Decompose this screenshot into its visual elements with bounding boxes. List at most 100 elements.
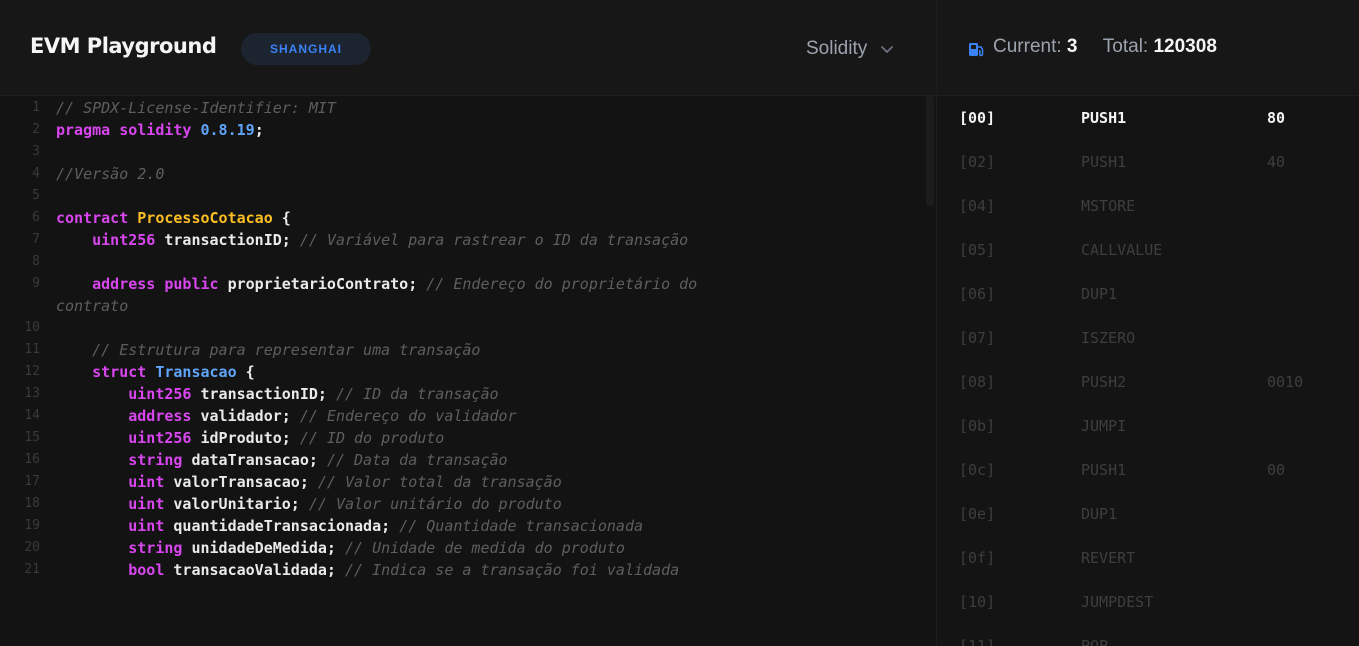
code-token: 0.8.19 [200,121,255,139]
opcode-row[interactable]: [05] CALLVALUE [937,228,1359,272]
code-line: uint256 transactionID; // Variável para … [56,231,688,249]
code-line: string unidadeDeMedida; // Unidade de me… [56,539,625,557]
opcode-name: DUP1 [1081,285,1118,303]
code-token: struct [56,363,156,381]
chevron-down-icon [881,46,894,53]
code-token: transactionID; [164,231,300,249]
code-token: Transacao [155,363,237,381]
opcode-name: PUSH1 [1081,461,1127,479]
opcode-name: PUSH2 [1081,373,1127,391]
code-token: uint [56,495,174,513]
line-number: 14 [24,408,40,423]
execution-status: Current: 3 Total: 120308 [993,36,1217,58]
code-token: uint [56,473,174,491]
code-token: unidadeDeMedida; [191,539,345,557]
line-number: 19 [24,518,40,533]
language-label: Solidity [806,38,868,59]
bytecode-pane: Current: 3 Total: 120308 [00] PUSH1 80 [02]… [936,0,1359,646]
line-number: 5 [32,188,40,203]
code-line: address public proprietarioContrato; // … [56,275,697,293]
opcode-row[interactable]: [04] MSTORE [937,184,1359,228]
opcode-row[interactable]: [07] ISZERO [937,316,1359,360]
code-editor[interactable]: 1 2 3 4 5 6 7 8 9 10 11 12 13 14 15 16 17 18 19 20 21 // SPD… [0,96,936,646]
code-comment: // ID do produto [299,429,445,447]
code-line: // Estrutura para representar uma transa… [56,341,480,359]
code-token: address [56,407,201,425]
opcode-row[interactable]: [0b] JUMPI [937,404,1359,448]
total-value: 120308 [1153,36,1217,57]
opcode-argument: 40 [1267,153,1286,171]
code-token: transacaoValidada; [173,561,345,579]
line-number: 10 [24,320,40,335]
opcode-row[interactable]: [11] POP [937,624,1359,646]
opcode-name: PUSH1 [1081,109,1127,127]
code-line: pragma solidity 0.8.19; [56,121,264,139]
line-number: 16 [24,452,40,467]
line-number: 12 [24,364,40,379]
code-token: ProcessoCotacao [137,209,273,227]
line-number: 8 [32,254,40,269]
opcode-address: [0c] [959,461,996,479]
opcode-name: ISZERO [1081,329,1136,347]
code-line: contract ProcessoCotacao { [56,209,291,227]
execution-header: Current: 3 Total: 120308 [937,0,1359,96]
code-token: address public [56,275,228,293]
line-number: 11 [24,342,40,357]
code-line: bool transacaoValidada; // Indica se a t… [56,561,679,579]
code-line: uint256 idProduto; // ID do produto [56,429,444,447]
opcode-address: [0f] [959,549,996,567]
opcode-name: POP [1081,637,1109,646]
opcode-row[interactable]: [10] JUMPDEST [937,580,1359,624]
evm-playground-app: EVM Playground SHANGHAI Solidity 1234567… [0,0,1359,646]
code-token: transactionID; [200,385,336,403]
line-number: 4 [32,166,40,181]
code-token: pragma solidity [56,121,201,139]
opcode-address: [02] [959,153,996,171]
code-token: idProduto; [200,429,300,447]
hardfork-badge[interactable]: SHANGHAI [241,33,371,65]
opcode-row[interactable]: [0f] REVERT [937,536,1359,580]
opcode-name: MSTORE [1081,197,1136,215]
opcode-name: JUMPI [1081,417,1127,435]
line-number: 17 [24,474,40,489]
code-comment: // Variável para rastrear o ID da transa… [299,231,689,249]
code-line: uint valorUnitario; // Valor unitário do… [56,495,562,513]
code-token: uint [56,517,174,535]
opcode-row[interactable]: [06] DUP1 [937,272,1359,316]
line-number: 3 [32,144,40,159]
line-number: 13 [24,386,40,401]
editor-scrollbar[interactable] [926,96,934,206]
line-number: 2 [32,122,40,137]
line-number: 15 [24,430,40,445]
code-line: // SPDX-License-Identifier: MIT [56,99,336,117]
line-number: 9 [32,276,40,291]
line-number: 7 [32,232,40,247]
line-number: 18 [24,496,40,511]
opcode-address: [04] [959,197,996,215]
opcode-row[interactable]: [02] PUSH1 40 [937,140,1359,184]
code-token: valorUnitario; [173,495,309,513]
code-token: proprietarioContrato; [227,275,427,293]
code-token: quantidadeTransacionada; [173,517,400,535]
line-number: 1 [32,100,40,115]
language-select[interactable]: Solidity [806,34,895,64]
code-token: contract [56,209,138,227]
opcode-row[interactable]: [08] PUSH2 0010 [937,360,1359,404]
opcode-address: [10] [959,593,996,611]
code-line: uint valorTransacao; // Valor total da t… [56,473,562,491]
opcode-row[interactable]: [0e] DUP1 [937,492,1359,536]
code-comment: // Quantidade transacionada [399,517,644,535]
code-token: validador; [200,407,300,425]
total-label: Total: [1102,36,1149,57]
opcode-name: CALLVALUE [1081,241,1163,259]
code-token: dataTransacao; [191,451,327,469]
opcode-row-active[interactable]: [00] PUSH1 80 [937,96,1359,140]
code-comment: // Endereço do proprietário do [426,275,698,293]
code-comment: //Versão 2.0 [56,165,165,183]
code-line: address validador; // Endereço do valida… [56,407,516,425]
opcode-row[interactable]: [0c] PUSH1 00 [937,448,1359,492]
opcode-address: [0b] [959,417,996,435]
opcode-argument: 80 [1267,109,1286,127]
code-comment: contrato [56,297,129,315]
code-comment: // SPDX-License-Identifier: MIT [56,99,336,117]
